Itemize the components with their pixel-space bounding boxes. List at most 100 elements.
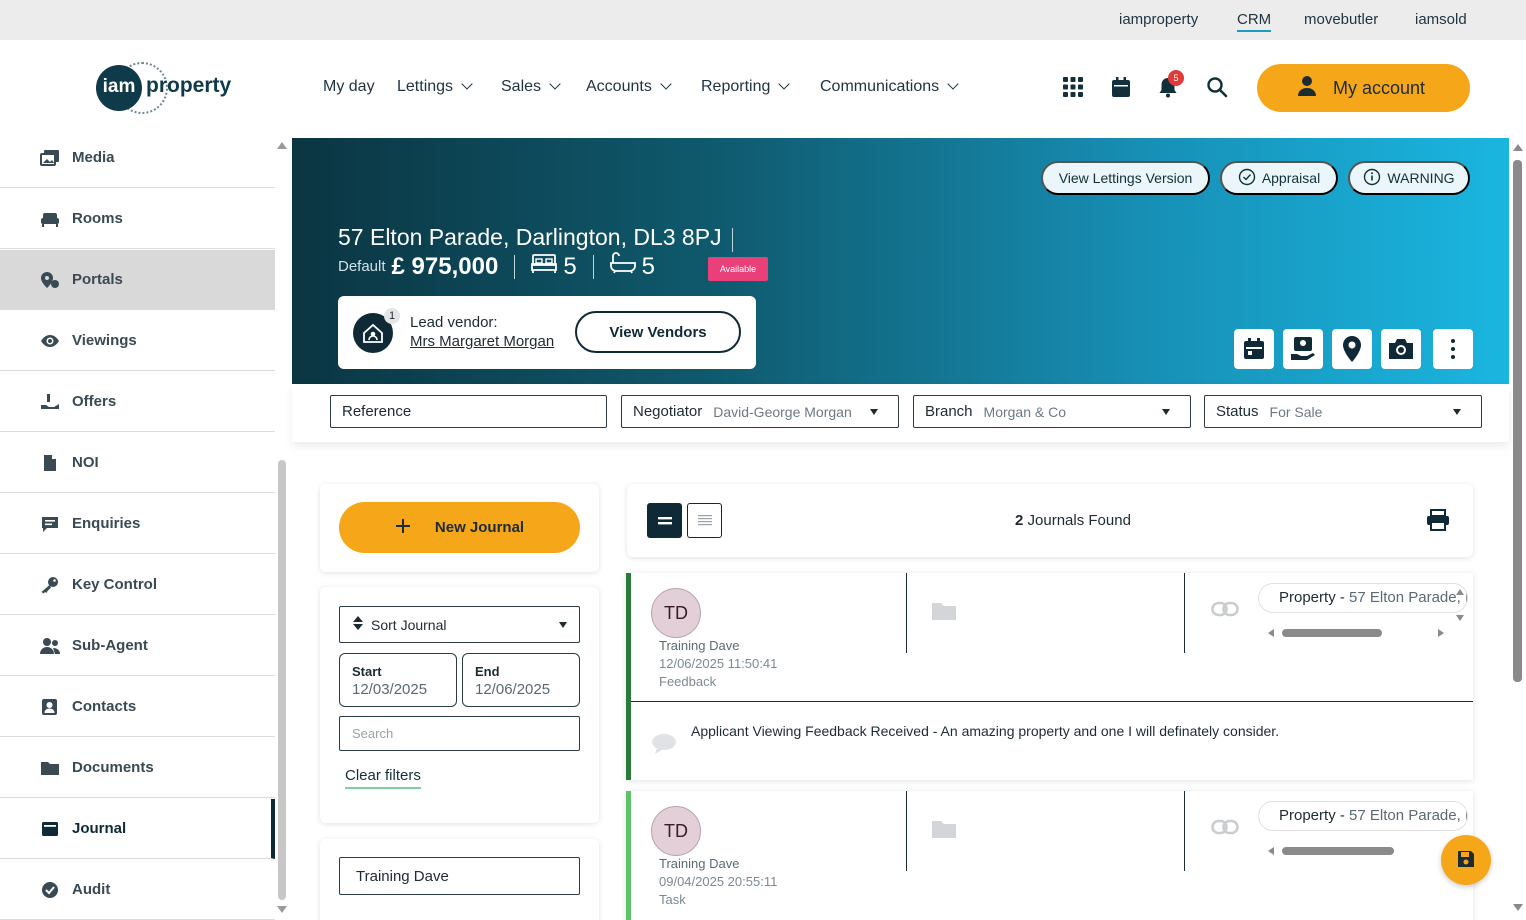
search-icon[interactable] (1206, 76, 1230, 100)
nav-label: Communications (820, 78, 940, 95)
sidebar-item-journal[interactable]: Journal (0, 799, 275, 859)
nav-sales[interactable]: Sales (501, 78, 561, 96)
calendar-icon[interactable] (1234, 329, 1274, 369)
sidebar-item-sub-agent[interactable]: Sub-Agent (0, 616, 275, 676)
sidebar-item-rooms[interactable]: Rooms (0, 189, 275, 249)
scroll-left-arrow[interactable] (1268, 847, 1274, 855)
sidebar-item-portals[interactable]: Portals (0, 250, 275, 310)
caret-down-icon (559, 622, 567, 628)
info-icon (1363, 168, 1381, 189)
bed-icon (531, 252, 558, 281)
folder-icon (931, 600, 957, 625)
branch-label: Branch (925, 403, 973, 420)
save-button[interactable] (1441, 835, 1491, 885)
scroll-left-arrow[interactable] (1268, 629, 1274, 637)
journal-entry[interactable]: TD Training Dave 09/04/2025 20:55:11 Tas… (626, 791, 1473, 920)
property-prefix: Property - (1279, 807, 1350, 824)
compact-view-button[interactable] (687, 503, 722, 538)
check-circle-icon (1238, 168, 1256, 189)
column-divider (1184, 791, 1185, 871)
sidebar-item-enquiries[interactable]: Enquiries (0, 494, 275, 554)
warning-button[interactable]: WARNING (1348, 161, 1470, 195)
property-prefix: Property - (1279, 589, 1350, 606)
sidebar-item-media[interactable]: Media (0, 128, 275, 188)
calendar-icon[interactable] (1110, 76, 1134, 100)
journal-type: Task (659, 892, 686, 907)
page-scrollbar[interactable] (1513, 160, 1522, 682)
journal-divider (631, 701, 1473, 702)
scroll-down-arrow[interactable] (1456, 615, 1464, 621)
scroll-up-arrow[interactable] (1456, 589, 1464, 595)
view-vendors-button[interactable]: View Vendors (575, 311, 741, 353)
property-name: 57 Elton Parade, Darlington (1349, 807, 1467, 824)
sidebar-item-key-control[interactable]: Key Control (0, 555, 275, 615)
property-name: 57 Elton Parade, Darlington (1349, 589, 1467, 606)
column-divider (906, 573, 907, 653)
linked-property[interactable]: Property - 57 Elton Parade, Darlington (1258, 801, 1468, 831)
sort-journal-select[interactable]: Sort Journal (339, 606, 580, 643)
view-lettings-version-button[interactable]: View Lettings Version (1041, 161, 1210, 195)
print-icon[interactable] (1426, 509, 1450, 534)
column-divider (906, 791, 907, 871)
top-link-movebutler[interactable]: movebutler (1304, 11, 1378, 28)
apps-grid-icon[interactable] (1062, 76, 1086, 100)
status-select[interactable]: Status For Sale (1204, 395, 1482, 428)
sidebar-item-audit[interactable]: Audit (0, 860, 275, 920)
branch-select[interactable]: Branch Morgan & Co (913, 395, 1191, 428)
top-link-iamsold[interactable]: iamsold (1415, 11, 1467, 28)
page-scroll-down[interactable] (1513, 904, 1523, 911)
page-scroll-up[interactable] (1513, 144, 1523, 151)
top-link-crm[interactable]: CRM (1237, 11, 1272, 32)
scroll-thumb[interactable] (1282, 847, 1394, 855)
horizontal-scrollbar[interactable] (1268, 629, 1458, 637)
linked-property[interactable]: Property - 57 Elton Parade, Darlington (1258, 583, 1468, 613)
negotiator-select[interactable]: Negotiator David-George Morgan (621, 395, 899, 428)
nav-communications[interactable]: Communications (820, 78, 959, 96)
sidebar-scroll-down[interactable] (277, 906, 287, 913)
scroll-right-arrow[interactable] (1438, 629, 1444, 637)
map-pin-icon[interactable] (1332, 329, 1372, 369)
valuation-icon[interactable] (1283, 329, 1323, 369)
clear-filters-link[interactable]: Clear filters (345, 767, 421, 789)
nav-lettings[interactable]: Lettings (397, 78, 473, 96)
sidebar-item-contacts[interactable]: Contacts (0, 677, 275, 737)
sidebar-item-documents[interactable]: Documents (0, 738, 275, 798)
main-header: iam property My day Lettings Sales Accou… (0, 40, 1526, 136)
start-date-field[interactable]: Start 12/03/2025 (339, 653, 457, 707)
sidebar-item-noi[interactable]: NOI (0, 433, 275, 493)
link-icon (1211, 819, 1239, 838)
sidebar-item-label: Journal (72, 820, 127, 837)
journal-search-input[interactable] (339, 716, 580, 751)
end-date-label: End (475, 664, 500, 679)
camera-icon[interactable] (1381, 329, 1421, 369)
sidebar-scrollbar[interactable] (278, 460, 286, 900)
journal-entry[interactable]: TD Training Dave 12/06/2025 11:50:41 Fee… (626, 573, 1473, 780)
nav-label: Sales (501, 78, 542, 95)
horizontal-scrollbar[interactable] (1268, 847, 1458, 855)
expanded-view-button[interactable] (647, 503, 682, 538)
more-vertical-icon[interactable] (1433, 329, 1473, 369)
end-date-field[interactable]: End 12/06/2025 (462, 653, 580, 707)
nav-accounts[interactable]: Accounts (586, 78, 672, 96)
nav-label: My day (323, 78, 375, 95)
user-filter-card: Training Dave (320, 839, 599, 920)
sidebar-item-offers[interactable]: Offers (0, 372, 275, 432)
reference-field[interactable]: Reference (330, 395, 607, 428)
user-icon (1297, 75, 1317, 102)
nav-my-day[interactable]: My day (323, 78, 375, 96)
my-account-button[interactable]: My account (1257, 64, 1470, 112)
logo[interactable]: iam property (96, 62, 236, 114)
appraisal-button[interactable]: Appraisal (1220, 161, 1338, 195)
nav-reporting[interactable]: Reporting (701, 78, 791, 96)
user-filter-field[interactable]: Training Dave (339, 857, 580, 895)
journals-found-count: 2 (1015, 512, 1024, 529)
sidebar-scroll-up[interactable] (277, 142, 287, 149)
new-journal-button[interactable]: New Journal (339, 502, 580, 553)
new-journal-card: New Journal (320, 484, 599, 572)
scroll-thumb[interactable] (1282, 629, 1382, 637)
lead-vendor-link[interactable]: Mrs Margaret Morgan (410, 333, 554, 350)
caret-down-icon (1162, 409, 1170, 415)
sidebar-item-viewings[interactable]: Viewings (0, 311, 275, 371)
top-link-iamproperty[interactable]: iamproperty (1119, 11, 1198, 28)
branch-value: Morgan & Co (983, 403, 1067, 420)
